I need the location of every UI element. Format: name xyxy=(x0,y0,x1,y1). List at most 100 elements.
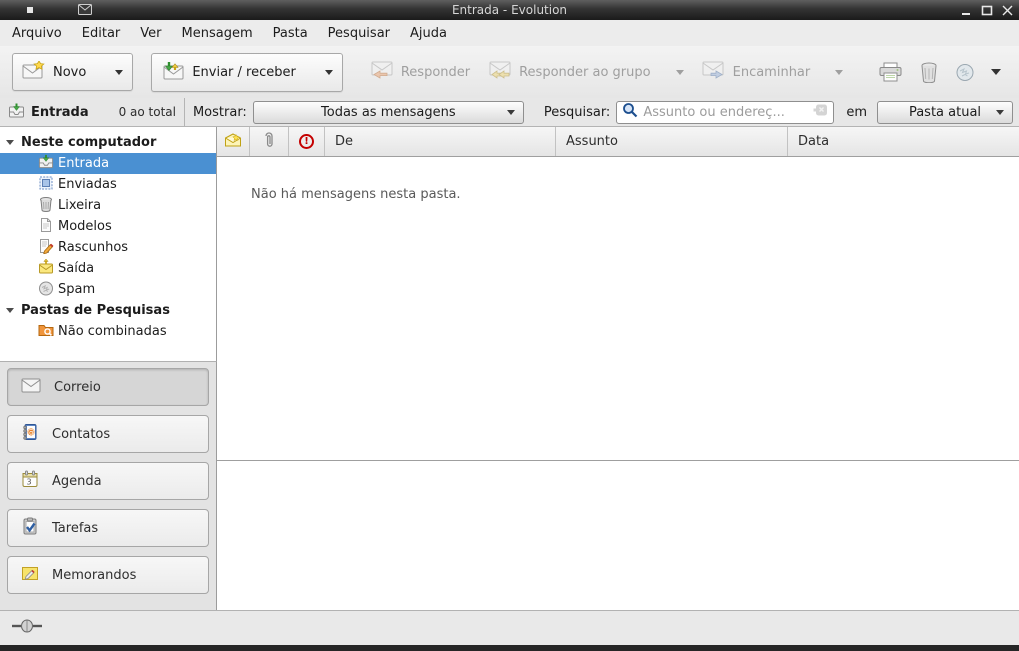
folder-label: Modelos xyxy=(58,219,112,234)
em-label: em xyxy=(846,105,867,120)
filter-dropdown[interactable]: Todas as mensagens xyxy=(253,101,524,124)
window-controls xyxy=(961,0,1013,20)
folder-spam[interactable]: Spam xyxy=(0,279,216,300)
menu-pesquisar[interactable]: Pesquisar xyxy=(318,22,400,45)
print-icon xyxy=(878,62,903,82)
column-message-status[interactable] xyxy=(217,127,250,156)
menu-arquivo[interactable]: Arquivo xyxy=(2,22,72,45)
forward-icon xyxy=(702,61,726,83)
switcher-label: Memorandos xyxy=(52,568,136,583)
calendar-icon: 3 xyxy=(21,470,39,492)
preview-pane xyxy=(217,460,1019,610)
reply-label: Responder xyxy=(401,65,470,80)
message-count: 0 ao total xyxy=(119,105,176,119)
folder-lixeira[interactable]: Lixeira xyxy=(0,195,216,216)
menu-editar[interactable]: Editar xyxy=(72,22,131,45)
delete-button[interactable] xyxy=(911,55,947,90)
send-receive-button[interactable]: Enviar / receber xyxy=(151,53,343,92)
folder-nao-combinadas[interactable]: Não combinadas xyxy=(0,321,216,342)
column-attachment[interactable] xyxy=(250,127,289,156)
new-message-label: Novo xyxy=(53,65,86,80)
folder-label: Saída xyxy=(58,261,94,276)
message-list-header: ! De Assunto Data xyxy=(217,127,1019,157)
folder-label: Enviadas xyxy=(58,177,117,192)
print-button[interactable] xyxy=(870,55,911,89)
folder-tree: Neste computador Entrada Enviadas Lixeir… xyxy=(0,127,217,361)
reply-all-icon xyxy=(488,61,512,83)
forward-button[interactable]: Encaminhar xyxy=(693,54,853,90)
folder-modelos[interactable]: Modelos xyxy=(0,216,216,237)
junk-icon xyxy=(955,62,975,82)
toolbar: Novo Enviar / receber Responder Responde… xyxy=(0,46,1019,98)
reply-all-dropdown-caret[interactable] xyxy=(676,70,684,75)
folder-label: Rascunhos xyxy=(58,240,128,255)
folder-label: Spam xyxy=(58,282,95,297)
online-status-icon[interactable] xyxy=(12,619,42,637)
component-switcher: Correio @ Contatos 3 Agenda Tarefas Memo… xyxy=(0,361,217,610)
current-folder-label: Entrada xyxy=(31,105,89,120)
drafts-icon xyxy=(38,238,54,258)
menu-ajuda[interactable]: Ajuda xyxy=(400,22,457,45)
search-input[interactable] xyxy=(643,105,808,120)
folder-entrada[interactable]: Entrada xyxy=(0,153,216,174)
folder-rascunhos[interactable]: Rascunhos xyxy=(0,237,216,258)
folder-enviadas[interactable]: Enviadas xyxy=(0,174,216,195)
menu-pasta[interactable]: Pasta xyxy=(263,22,318,45)
column-de[interactable]: De xyxy=(325,127,556,156)
column-priority[interactable]: ! xyxy=(289,127,325,156)
close-button[interactable] xyxy=(1002,5,1013,16)
tree-group-label: Neste computador xyxy=(21,135,156,150)
titlebar: Entrada - Evolution xyxy=(0,0,1019,20)
junk-icon xyxy=(38,280,54,300)
trash-icon xyxy=(919,62,939,83)
send-receive-dropdown-caret[interactable] xyxy=(325,70,333,75)
tree-group-pastas-de-pesquisas[interactable]: Pastas de Pesquisas xyxy=(0,300,216,321)
column-label: De xyxy=(335,134,353,149)
switcher-label: Contatos xyxy=(52,427,110,442)
column-data[interactable]: Data xyxy=(788,127,1019,156)
tree-group-neste-computador[interactable]: Neste computador xyxy=(0,132,216,153)
junk-button[interactable] xyxy=(947,55,983,89)
reply-all-button[interactable]: Responder ao grupo xyxy=(479,54,693,90)
switcher-label: Agenda xyxy=(52,474,102,489)
new-message-dropdown-caret[interactable] xyxy=(115,70,123,75)
expander-icon[interactable] xyxy=(6,308,14,313)
message-status-icon xyxy=(224,133,242,151)
inbox-icon xyxy=(38,154,54,173)
message-list[interactable]: Não há mensagens nesta pasta. xyxy=(217,157,1019,460)
send-receive-icon xyxy=(161,61,185,84)
clear-search-icon[interactable] xyxy=(813,104,828,120)
svg-text:@: @ xyxy=(27,428,35,437)
switcher-tarefas[interactable]: Tarefas xyxy=(7,509,209,547)
switcher-contatos[interactable]: @ Contatos xyxy=(7,415,209,453)
expander-icon[interactable] xyxy=(6,140,14,145)
reply-icon xyxy=(370,61,394,83)
search-scope-dropdown[interactable]: Pasta atual xyxy=(877,101,1013,124)
overflow-menu-icon[interactable] xyxy=(991,69,1001,75)
search-icon xyxy=(622,102,638,122)
contacts-icon: @ xyxy=(21,423,39,445)
svg-text:3: 3 xyxy=(26,478,31,487)
pesquisar-label: Pesquisar: xyxy=(544,105,611,120)
switcher-correio[interactable]: Correio xyxy=(7,368,209,406)
bottom-edge-strip xyxy=(0,645,1019,651)
new-message-button[interactable]: Novo xyxy=(12,53,133,91)
reply-all-label: Responder ao grupo xyxy=(519,65,651,80)
search-box[interactable] xyxy=(616,101,834,124)
search-folder-icon xyxy=(38,322,54,342)
switcher-memorandos[interactable]: Memorandos xyxy=(7,556,209,594)
column-assunto[interactable]: Assunto xyxy=(556,127,788,156)
menu-mensagem[interactable]: Mensagem xyxy=(172,22,263,45)
folder-saida[interactable]: Saída xyxy=(0,258,216,279)
send-receive-label: Enviar / receber xyxy=(192,65,296,80)
maximize-button[interactable] xyxy=(981,5,993,16)
empty-folder-message: Não há mensagens nesta pasta. xyxy=(251,187,1019,202)
chevron-down-icon xyxy=(996,110,1004,115)
minimize-button[interactable] xyxy=(961,5,972,16)
forward-dropdown-caret[interactable] xyxy=(835,70,843,75)
reply-button[interactable]: Responder xyxy=(361,54,479,90)
menu-ver[interactable]: Ver xyxy=(130,22,171,45)
switcher-agenda[interactable]: 3 Agenda xyxy=(7,462,209,500)
column-label: Data xyxy=(798,134,829,149)
folder-header: Entrada 0 ao total xyxy=(0,98,185,126)
